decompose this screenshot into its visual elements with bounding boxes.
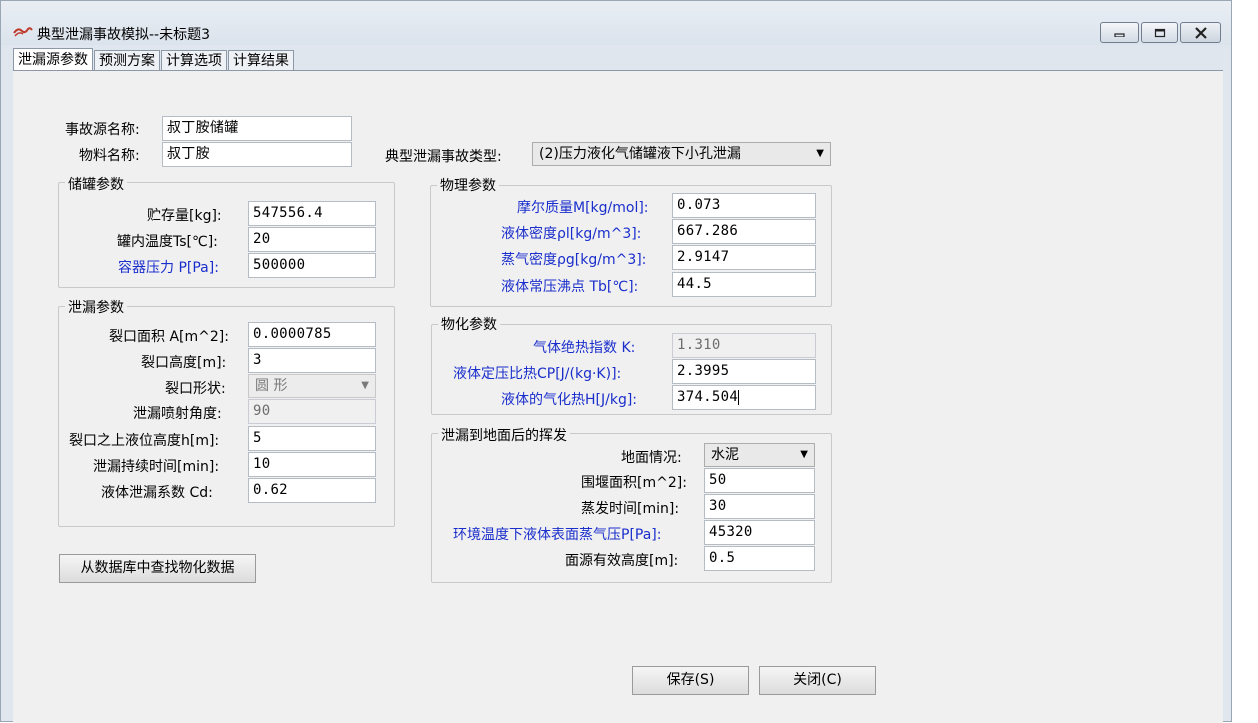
lookup-database-button[interactable]: 从数据库中查找物化数据 (59, 554, 256, 583)
minimize-icon (1113, 32, 1125, 37)
physical-params-title: 物理参数 (437, 175, 499, 195)
tab-prediction-plan[interactable]: 预测方案 (94, 50, 160, 72)
main-window: 典型泄漏事故模拟--未标题3 泄漏源参数 预测方案 计算选项 计算结果 事故源名… (0, 0, 1232, 723)
vapor-pressure-field[interactable]: 45320 (704, 520, 815, 545)
title-bar: 典型泄漏事故模拟--未标题3 (1, 1, 1231, 45)
vaporization-heat-field[interactable]: 374.504 (672, 385, 816, 410)
source-height-field[interactable]: 0.5 (704, 546, 815, 571)
tank-temp-label: 罐内温度Ts[℃]: (117, 234, 218, 250)
material-name-label: 物料名称: (79, 148, 140, 164)
jet-angle-field[interactable]: 90 (248, 399, 376, 424)
specific-heat-label: 液体定压比热CP[J/(kg·K)]: (453, 366, 622, 382)
minimize-button[interactable] (1100, 22, 1139, 43)
desktop-background (1232, 0, 1258, 722)
evap-time-label: 蒸发时间[min]: (581, 501, 680, 517)
window-title: 典型泄漏事故模拟--未标题3 (37, 27, 211, 43)
leak-duration-field[interactable]: 10 (248, 452, 376, 477)
leak-duration-label: 泄漏持续时间[min]: (93, 459, 220, 475)
material-name-field[interactable]: 叔丁胺 (162, 142, 352, 167)
ground-condition-value: 水泥 (711, 447, 739, 463)
leak-height-label: 裂口高度[m]: (141, 355, 227, 371)
source-name-label: 事故源名称: (65, 122, 140, 138)
tank-params-title: 储罐参数 (65, 174, 127, 194)
accident-type-select[interactable]: (2)压力液化气储罐液下小孔泄漏 ▼ (532, 142, 831, 166)
liquid-density-label: 液体密度ρl[kg/m^3]: (501, 226, 642, 242)
vapor-density-field[interactable]: 2.9147 (672, 245, 816, 270)
boiling-point-label: 液体常压沸点 Tb[℃]: (501, 279, 639, 295)
leak-shape-label: 裂口形状: (165, 381, 226, 397)
chevron-down-icon: ▼ (361, 380, 369, 391)
app-logo-icon (13, 25, 33, 37)
liquid-density-field[interactable]: 667.286 (672, 219, 816, 244)
tank-temp-field[interactable]: 20 (248, 227, 376, 252)
molar-mass-label: 摩尔质量M[kg/mol]: (517, 200, 649, 216)
storage-field[interactable]: 547556.4 (248, 201, 376, 226)
maximize-icon (1154, 28, 1165, 37)
maximize-button[interactable] (1141, 22, 1178, 43)
chevron-down-icon: ▼ (816, 148, 824, 159)
leak-area-field[interactable]: 0.0000785 (248, 322, 376, 347)
jet-angle-label: 泄漏喷射角度: (133, 406, 222, 422)
leak-shape-value: 圆 形 (255, 378, 288, 394)
close-button[interactable]: 关闭(C) (759, 666, 876, 695)
tab-bar: 泄漏源参数 预测方案 计算选项 计算结果 (13, 48, 295, 72)
source-height-label: 面源有效高度[m]: (565, 553, 679, 569)
leak-coef-field[interactable]: 0.62 (248, 478, 376, 503)
ground-condition-select[interactable]: 水泥 ▼ (704, 443, 815, 467)
liquid-level-label: 裂口之上液位高度h[m]: (69, 433, 220, 449)
vaporization-heat-label: 液体的气化热H[J/kg]: (501, 392, 638, 408)
close-window-button[interactable] (1180, 22, 1221, 43)
chevron-down-icon: ▼ (800, 449, 808, 460)
boiling-point-field[interactable]: 44.5 (672, 272, 816, 297)
specific-heat-field[interactable]: 2.3995 (672, 359, 816, 384)
dike-area-label: 围堰面积[m^2]: (581, 475, 687, 491)
leak-area-label: 裂口面积 A[m^2]: (109, 329, 229, 345)
accident-type-value: (2)压力液化气储罐液下小孔泄漏 (539, 146, 741, 162)
leak-height-field[interactable]: 3 (248, 348, 376, 373)
leak-shape-select[interactable]: 圆 形 ▼ (248, 374, 376, 398)
adiabatic-index-label: 气体绝热指数 K: (533, 340, 636, 356)
vapor-density-label: 蒸气密度ρg[kg/m^3]: (501, 252, 647, 268)
leak-coef-label: 液体泄漏系数 Cd: (101, 485, 213, 501)
source-name-field[interactable]: 叔丁胺储罐 (162, 116, 352, 141)
vapor-pressure-label: 环境温度下液体表面蒸气压P[Pa]: (453, 527, 662, 543)
evaporation-title: 泄漏到地面后的挥发 (438, 425, 570, 445)
tab-calc-results[interactable]: 计算结果 (228, 50, 294, 72)
storage-label: 贮存量[kg]: (147, 208, 222, 224)
ground-condition-label: 地面情况: (621, 450, 682, 466)
vaporization-heat-value: 374.504 (677, 389, 739, 405)
dike-area-field[interactable]: 50 (704, 468, 815, 493)
adiabatic-index-field[interactable]: 1.310 (672, 333, 816, 358)
liquid-level-field[interactable]: 5 (248, 426, 376, 451)
tab-leak-source[interactable]: 泄漏源参数 (13, 48, 93, 71)
pressure-field[interactable]: 500000 (248, 253, 376, 278)
leak-params-title: 泄漏参数 (65, 297, 127, 317)
evap-time-field[interactable]: 30 (704, 494, 815, 519)
pressure-label: 容器压力 P[Pa]: (118, 260, 219, 276)
save-button[interactable]: 保存(S) (632, 666, 749, 695)
accident-type-label: 典型泄漏事故类型: (385, 149, 502, 165)
tab-calc-options[interactable]: 计算选项 (161, 50, 227, 72)
chemical-params-title: 物化参数 (438, 314, 500, 334)
text-caret (738, 389, 740, 405)
molar-mass-field[interactable]: 0.073 (672, 193, 816, 218)
close-icon (1194, 26, 1207, 39)
